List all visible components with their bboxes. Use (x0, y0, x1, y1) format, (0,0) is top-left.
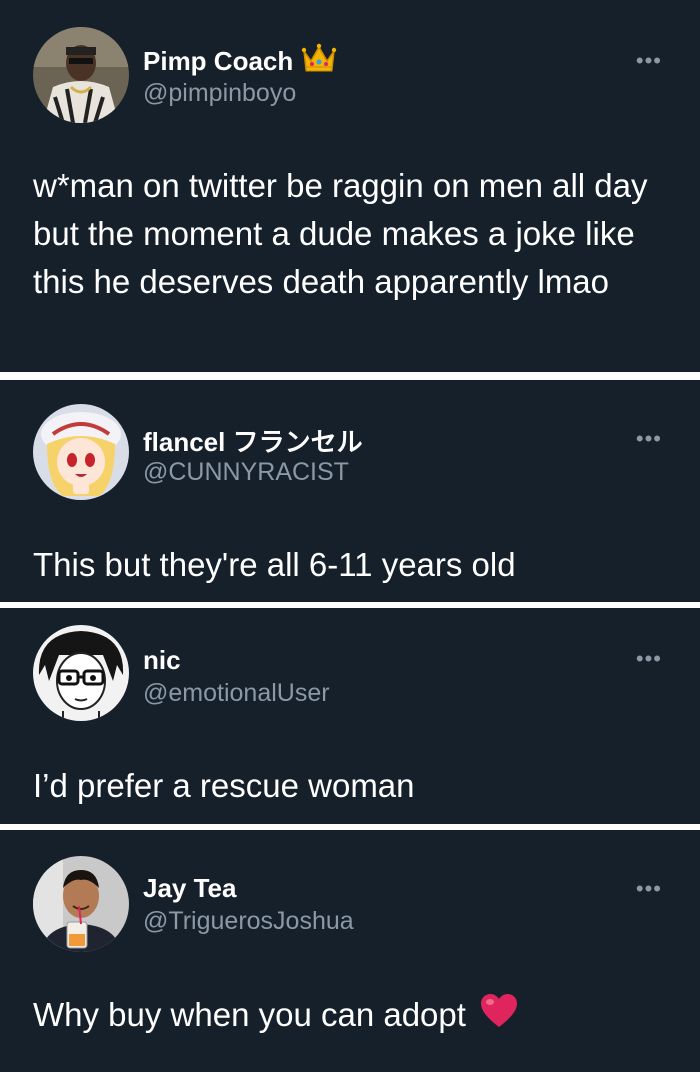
user-handle[interactable]: @TriguerosJoshua (143, 907, 354, 936)
tweet-text: w*man on twitter be raggin on men all da… (33, 167, 648, 300)
display-name[interactable]: Jay Tea (143, 873, 236, 904)
tweet-card-2[interactable]: flancel フランセル @CUNNYRACIST ••• This but … (0, 380, 700, 602)
user-handle[interactable]: @pimpinboyo (143, 79, 296, 108)
avatar[interactable] (33, 856, 129, 952)
tweet-card-3[interactable]: nic @emotionalUser ••• I’d prefer a resc… (0, 608, 700, 824)
avatar[interactable] (33, 27, 129, 123)
display-name[interactable]: flancel フランセル (143, 422, 363, 459)
tweet-text: I’d prefer a rescue woman (33, 767, 415, 804)
tweet-card-1[interactable]: Pimp Coach @pimpinboyo ••• w*man on twit… (0, 0, 700, 372)
more-options-icon[interactable]: ••• (636, 878, 662, 900)
avatar[interactable] (33, 404, 129, 500)
display-name[interactable]: nic (143, 645, 181, 676)
more-options-icon[interactable]: ••• (636, 50, 662, 72)
tweet-text-container: Why buy when you can adopt (33, 991, 670, 1042)
user-handle[interactable]: @emotionalUser (143, 679, 330, 708)
avatar[interactable] (33, 625, 129, 721)
tweet-card-4[interactable]: Jay Tea @TriguerosJoshua ••• Why buy whe… (0, 830, 700, 1072)
crown-icon (301, 43, 337, 80)
tweet-text: Why buy when you can adopt (33, 996, 466, 1033)
tweet-text: This but they're all 6-11 years old (33, 546, 516, 583)
red-heart-icon (480, 993, 518, 1042)
more-options-icon[interactable]: ••• (636, 648, 662, 670)
user-handle[interactable]: @CUNNYRACIST (143, 458, 349, 487)
more-options-icon[interactable]: ••• (636, 428, 662, 450)
display-name[interactable]: Pimp Coach (143, 43, 337, 80)
display-name-text: Pimp Coach (143, 46, 294, 76)
